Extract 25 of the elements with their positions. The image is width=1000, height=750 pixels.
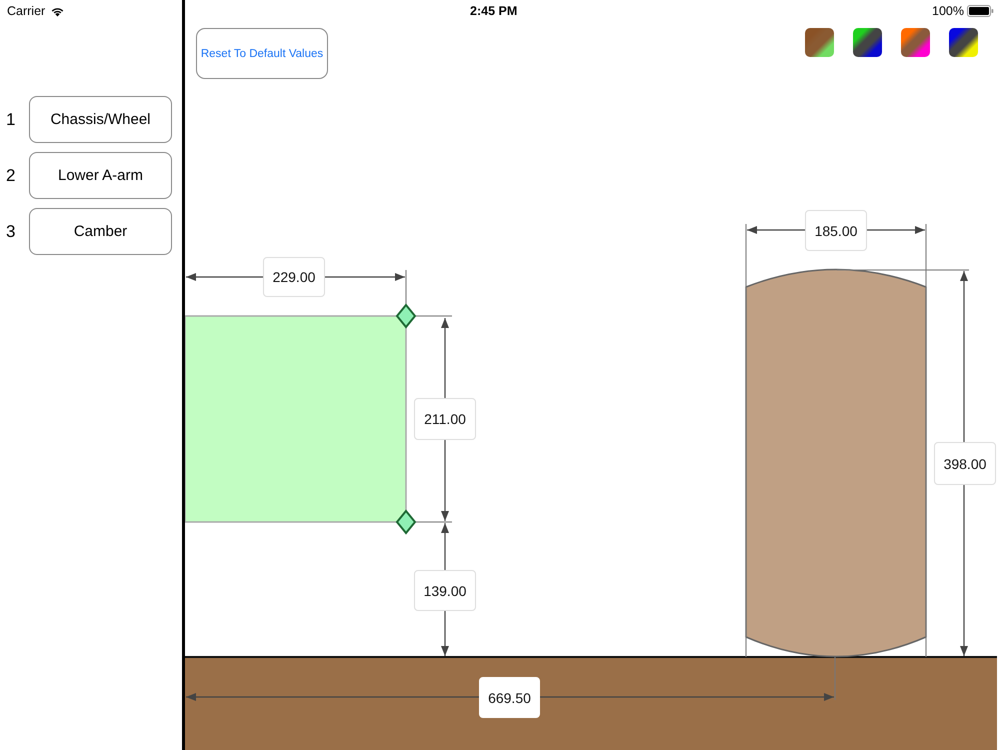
extension-line: [834, 656, 836, 700]
dimension-label[interactable]: 185.00: [805, 210, 867, 251]
wifi-icon: [50, 6, 66, 16]
color-swatch[interactable]: [949, 28, 978, 57]
color-swatch[interactable]: [853, 28, 882, 57]
clock-label: 2:45 PM: [470, 4, 518, 18]
dimension-label[interactable]: 229.00: [263, 257, 325, 297]
battery-icon: [967, 5, 994, 17]
step-number: 1: [5, 110, 16, 130]
dimension-label[interactable]: 139.00: [414, 570, 476, 611]
step-button[interactable]: Lower A-arm: [29, 152, 172, 199]
dimension-label[interactable]: 398.00: [934, 442, 996, 485]
color-swatch[interactable]: [805, 28, 834, 57]
carrier-label: Carrier: [7, 4, 46, 18]
battery-percentage: 100%: [932, 4, 964, 18]
color-swatch[interactable]: [901, 28, 930, 57]
reset-button[interactable]: Reset To Default Values: [196, 28, 328, 79]
dimension-label[interactable]: 669.50: [479, 677, 540, 718]
handle-icon[interactable]: [396, 509, 416, 535]
step-button[interactable]: Camber: [29, 208, 172, 255]
step-number: 3: [5, 222, 16, 242]
step-button[interactable]: Chassis/Wheel: [29, 96, 172, 143]
step-number: 2: [5, 166, 16, 186]
dimension-label[interactable]: 211.00: [414, 398, 476, 440]
handle-icon[interactable]: [396, 303, 416, 329]
